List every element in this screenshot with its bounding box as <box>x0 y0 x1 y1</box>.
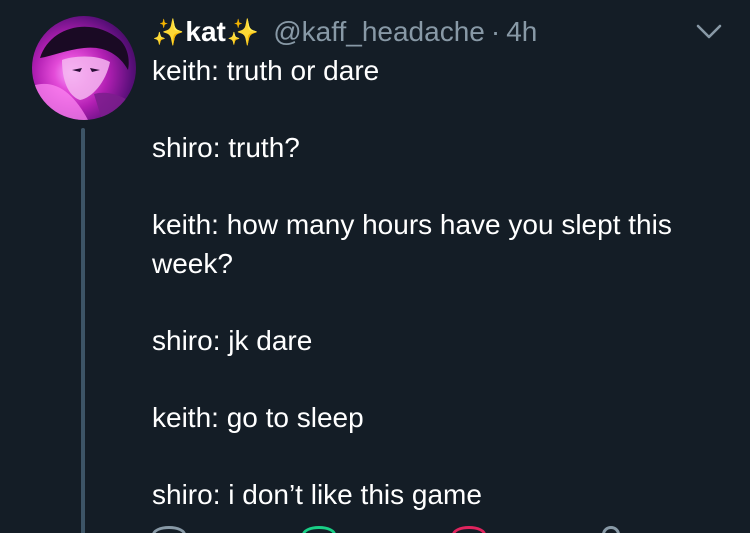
timestamp[interactable]: 4h <box>506 12 537 52</box>
tweet-line: shiro: jk dare <box>152 325 313 356</box>
user-handle[interactable]: @kaff_headache <box>273 12 485 52</box>
share-icon[interactable] <box>602 526 620 533</box>
avatar-art <box>32 26 136 120</box>
reply-icon[interactable] <box>152 526 186 533</box>
tweet-action-bar <box>152 526 652 533</box>
tweet-line: keith: truth or dare <box>152 55 380 86</box>
sparkles-emoji-right: ✨ <box>226 17 260 47</box>
display-name[interactable]: kat <box>185 12 225 52</box>
tweet-text: keith: truth or dare shiro: truth? keith… <box>152 51 712 533</box>
sparkles-emoji-left: ✨ <box>152 17 185 47</box>
tweet-line: keith: how many hours have you slept thi… <box>152 209 672 279</box>
retweet-icon[interactable] <box>302 526 336 533</box>
tweet-line: shiro: i don’t like this game <box>152 479 482 510</box>
separator-dot: · <box>490 16 501 47</box>
chevron-down-icon[interactable] <box>694 20 724 42</box>
like-icon[interactable] <box>452 526 486 533</box>
tweet-line: shiro: truth? <box>152 132 300 163</box>
tweet-header: ✨ kat ✨ @kaff_headache · 4h <box>152 12 537 52</box>
thread-connector-line <box>81 128 85 533</box>
avatar[interactable] <box>32 16 136 120</box>
tweet-line: keith: go to sleep <box>152 402 364 433</box>
